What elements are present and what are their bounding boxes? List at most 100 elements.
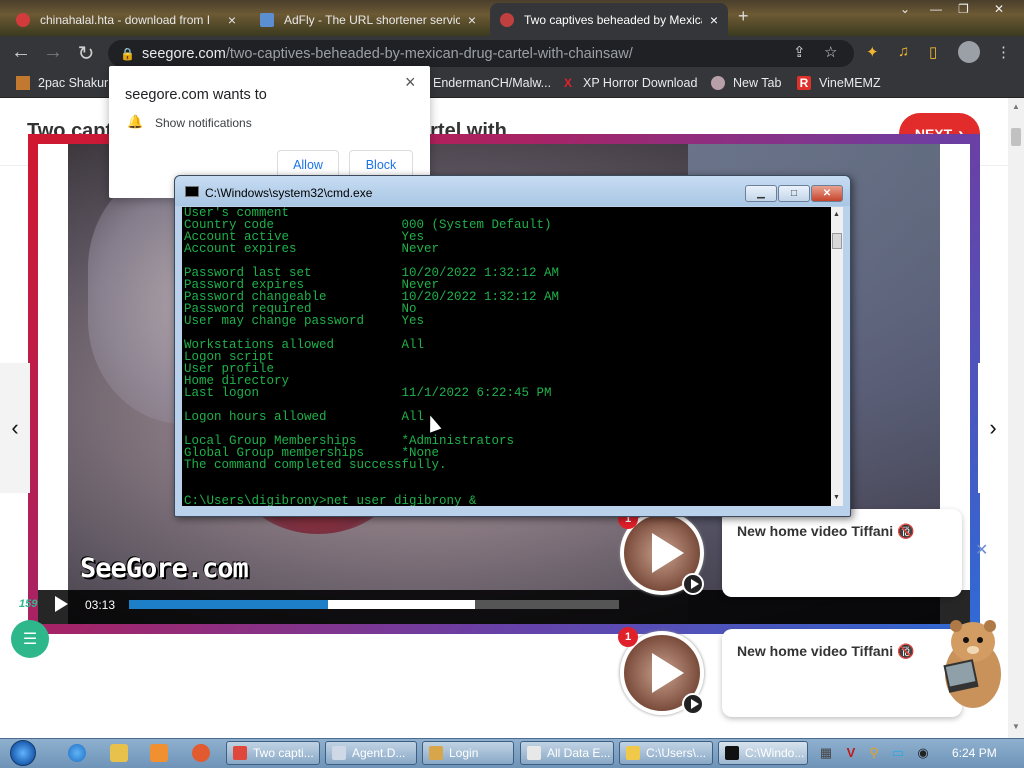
tab-title: Two captives beheaded by Mexica xyxy=(524,12,702,27)
cmd-titlebar[interactable]: C:\Windows\system32\cmd.exe ▁ □ ✕ xyxy=(175,176,850,206)
video-time: 03:13 xyxy=(85,598,116,612)
progress-played xyxy=(129,600,328,609)
cmd-minimize-button[interactable]: ▁ xyxy=(745,185,777,202)
tray-volume-icon[interactable]: ◉ xyxy=(915,745,931,761)
block-label: Block xyxy=(365,158,397,172)
browser-tab-bar: chinahalal.hta - download from I × AdFly… xyxy=(0,0,1024,36)
page-scrollbar[interactable]: ▲ ▼ xyxy=(1008,98,1024,738)
chevron-left-icon: ‹ xyxy=(11,415,19,440)
tab-adfly[interactable]: AdFly - The URL shortener servic × xyxy=(250,3,486,36)
menu-icon[interactable]: ⋮ xyxy=(996,43,1011,61)
prompt-description: Show notifications xyxy=(155,116,252,130)
app-icon[interactable] xyxy=(192,744,210,762)
play-icon xyxy=(652,653,684,693)
tray-display-icon[interactable]: ▭ xyxy=(890,745,906,761)
ad-notification[interactable]: New home video Tiffani 🔞 xyxy=(722,509,962,597)
side-panel-icon[interactable]: ▯ xyxy=(929,43,937,61)
tray-app-icon[interactable]: ▦ xyxy=(818,745,834,761)
prompt-title: seegore.com wants to xyxy=(125,87,267,103)
bookmark-label: VineMEMZ xyxy=(819,76,881,90)
task-app-icon xyxy=(233,746,247,760)
cmd-line: C:\Users\digibrony>net user digibrony & xyxy=(184,494,477,506)
cmd-scroll-thumb[interactable] xyxy=(832,233,842,249)
start-button[interactable] xyxy=(10,740,36,766)
taskbar-task[interactable]: All Data E... xyxy=(520,741,614,765)
tab-chinahalal[interactable]: chinahalal.hta - download from I × xyxy=(6,3,246,36)
address-bar[interactable]: 🔒 seegore.com /two-captives-beheaded-by-… xyxy=(108,40,854,67)
cmd-close-button[interactable]: ✕ xyxy=(811,185,843,202)
chat-icon: ☰ xyxy=(22,631,38,648)
next-slide-button[interactable]: › xyxy=(978,363,1008,493)
tab-seegore[interactable]: Two captives beheaded by Mexica × xyxy=(490,3,728,36)
bookmark-label: 2pac Shakur - xyxy=(38,76,116,90)
bookmark-vinememz[interactable]: R VineMEMZ xyxy=(797,76,881,90)
task-label: C:\Windo... xyxy=(745,746,805,760)
taskbar-task[interactable]: C:\Windo... xyxy=(718,741,808,765)
media-player-icon[interactable] xyxy=(150,744,168,762)
explorer-folder-icon[interactable] xyxy=(110,744,128,762)
close-window-button[interactable]: ✕ xyxy=(994,2,1004,16)
ad-text: New home video Tiffani 🔞 xyxy=(737,523,915,539)
tab-close-icon[interactable]: × xyxy=(710,12,718,28)
tab-close-icon[interactable]: × xyxy=(228,12,236,28)
cmd-icon xyxy=(185,186,199,197)
progress-buffered xyxy=(328,600,475,609)
ad-notification[interactable]: New home video Tiffani 🔞 xyxy=(722,629,962,717)
bookmark-label: XP Horror Download xyxy=(583,76,698,90)
browser-toolbar: ← → ↻ 🔒 seegore.com /two-captives-behead… xyxy=(0,36,1024,70)
prompt-close-icon[interactable]: × xyxy=(405,72,416,93)
task-app-icon xyxy=(626,746,640,760)
video-progress-bar[interactable] xyxy=(129,600,619,609)
extensions-icon[interactable]: ✦ xyxy=(866,43,879,61)
cmd-scrollbar[interactable]: ▲ ▼ xyxy=(831,207,843,506)
internet-explorer-icon[interactable] xyxy=(68,744,86,762)
cmd-line xyxy=(184,471,559,483)
scroll-down-icon[interactable]: ▼ xyxy=(833,494,840,501)
media-icon[interactable]: ♫ xyxy=(898,43,909,60)
forward-icon[interactable]: → xyxy=(40,41,66,64)
taskbar-clock[interactable]: 6:24 PM xyxy=(952,746,997,760)
lock-icon[interactable]: 🔒 xyxy=(120,47,136,61)
restore-button[interactable]: ❐ xyxy=(958,2,969,16)
tray-v-icon[interactable]: V xyxy=(843,745,859,761)
cmd-title: C:\Windows\system32\cmd.exe xyxy=(205,186,373,200)
profile-avatar[interactable] xyxy=(958,41,980,63)
tab-search-icon[interactable]: ⌄ xyxy=(900,2,910,16)
task-app-icon xyxy=(725,746,739,760)
back-icon[interactable]: ← xyxy=(8,41,34,64)
comments-button[interactable]: ☰ xyxy=(11,620,49,658)
tab-close-icon[interactable]: × xyxy=(468,12,476,28)
taskbar-task[interactable]: Agent.D... xyxy=(325,741,417,765)
tray-search-icon[interactable]: ⚲ xyxy=(866,745,882,761)
bookmark-label: EndermanCH/Malw... xyxy=(433,76,552,90)
bookmark-new-tab[interactable]: New Tab xyxy=(711,76,781,90)
minimize-button[interactable]: — xyxy=(930,2,942,16)
url-path: /two-captives-beheaded-by-mexican-drug-c… xyxy=(225,45,633,62)
play-icon[interactable] xyxy=(55,596,68,612)
scroll-down-icon[interactable]: ▼ xyxy=(1012,722,1020,731)
bookmark-2pac[interactable]: 2pac Shakur - xyxy=(16,76,116,90)
taskbar-task[interactable]: Login xyxy=(422,741,514,765)
bookmark-star-icon[interactable]: ☆ xyxy=(824,43,837,61)
tab-favicon-icon xyxy=(260,12,274,27)
cmd-maximize-button[interactable]: □ xyxy=(778,185,810,202)
share-icon[interactable]: ⇪ xyxy=(793,43,806,61)
task-app-icon xyxy=(332,746,346,760)
taskbar-task[interactable]: Two capti... xyxy=(226,741,320,765)
cmd-console[interactable]: User's comment Country code 000 (System D… xyxy=(182,207,831,506)
scroll-up-icon[interactable]: ▲ xyxy=(1012,102,1020,111)
taskbar-task[interactable]: C:\Users\... xyxy=(619,741,713,765)
scroll-thumb[interactable] xyxy=(1011,128,1021,146)
play-icon xyxy=(682,573,704,595)
play-icon xyxy=(652,533,684,573)
reload-icon[interactable]: ↻ xyxy=(73,41,99,66)
scroll-up-icon[interactable]: ▲ xyxy=(833,211,840,218)
task-label: Login xyxy=(449,746,479,760)
tab-favicon-icon xyxy=(500,12,514,27)
ad-close-icon[interactable]: ✕ xyxy=(975,540,988,560)
bookmark-endermanch[interactable]: EndermanCH/Malw... xyxy=(433,76,551,90)
new-tab-button[interactable]: + xyxy=(738,6,749,27)
bookmark-xp-horror[interactable]: X XP Horror Download xyxy=(561,76,697,90)
prev-slide-button[interactable]: ‹ xyxy=(0,363,30,493)
bell-icon: 🔔 xyxy=(127,114,144,129)
